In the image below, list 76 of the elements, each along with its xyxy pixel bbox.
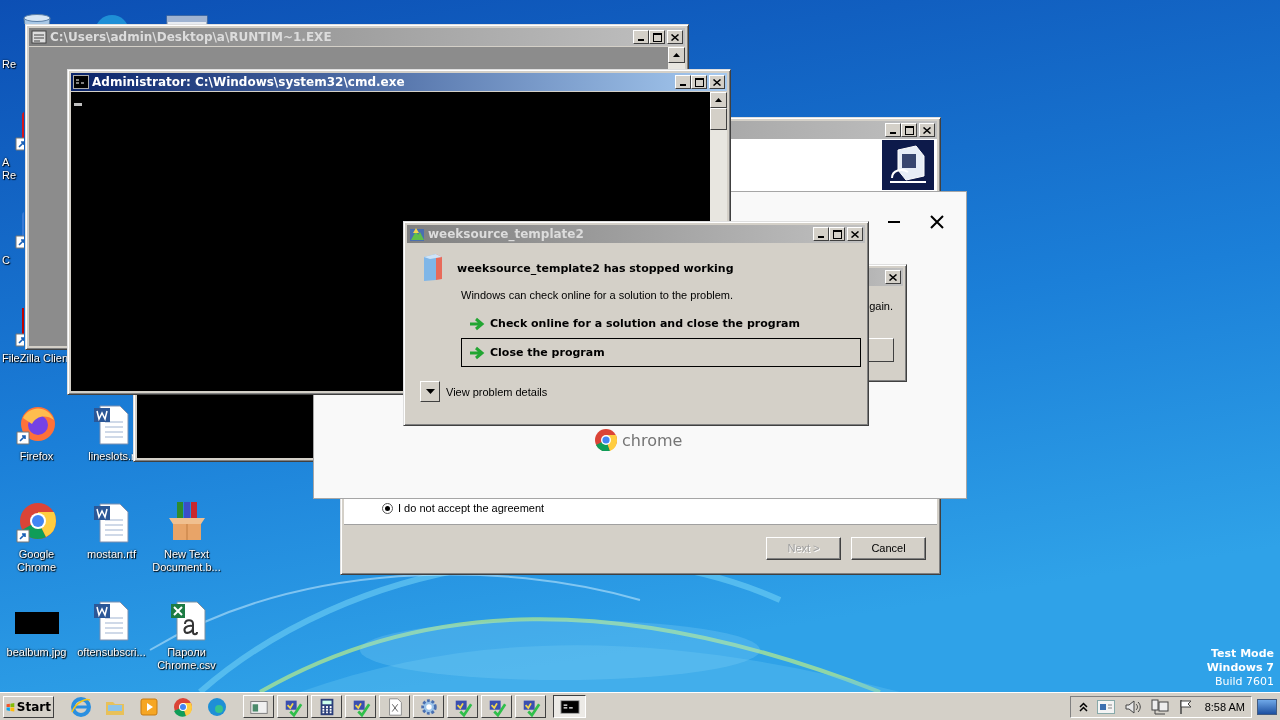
app-icon — [409, 226, 425, 242]
option-button[interactable]: Check online for a solution and close the program — [461, 309, 861, 338]
close-icon — [851, 230, 859, 238]
maximize-icon — [832, 229, 842, 239]
os-notice-text: Windows 7 — [1206, 661, 1274, 675]
icon-label[interactable]: A Re — [2, 156, 17, 182]
window-title: Administrator: C:\Windows\system32\cmd.exe — [92, 75, 406, 89]
chrome-logo-icon — [595, 429, 617, 451]
close-icon — [713, 78, 721, 86]
icon-label[interactable]: New Text Document.b... — [149, 548, 224, 574]
message-text: gain. — [869, 300, 893, 312]
chrome-icon[interactable] — [14, 500, 59, 544]
caret-icon — [425, 389, 435, 394]
chrome-icon[interactable] — [172, 695, 194, 718]
up-arrow-icon — [673, 53, 680, 57]
maximize-button[interactable] — [691, 75, 707, 89]
flag-icon[interactable] — [1178, 698, 1194, 715]
maximize-button[interactable] — [829, 227, 845, 241]
close-icon — [889, 273, 897, 281]
gear-icon — [418, 696, 439, 717]
taskbar-button[interactable] — [553, 695, 586, 718]
expand-button[interactable] — [420, 381, 440, 402]
close-button[interactable] — [667, 30, 683, 44]
icon-label[interactable]: mostan.rtf — [87, 548, 136, 561]
arrow-icon — [469, 345, 485, 360]
window-title: weeksource_template2 — [428, 227, 585, 241]
chevron-icon[interactable] — [1079, 701, 1088, 712]
show-desktop-button[interactable] — [1257, 698, 1277, 715]
close-button[interactable] — [885, 270, 901, 284]
maximize-button[interactable] — [649, 30, 665, 44]
option-button[interactable]: Close the program — [461, 338, 861, 367]
brand-name: chrome — [622, 430, 683, 450]
icon-label[interactable]: Пароли Chrome.csv — [149, 646, 224, 672]
radio-button[interactable] — [382, 502, 393, 514]
minimize-button[interactable] — [675, 75, 691, 89]
error-message: Windows can check online for a solution to the problem. — [461, 289, 735, 301]
clock[interactable]: 8:58 AM — [1204, 700, 1245, 713]
minimize-button[interactable] — [885, 123, 901, 137]
network-icon[interactable] — [1151, 698, 1169, 715]
icon-label[interactable]: Google Chrome — [0, 548, 74, 574]
close-button[interactable] — [919, 123, 935, 137]
close-button[interactable] — [847, 227, 863, 241]
console-icon — [73, 75, 89, 89]
close-icon — [923, 126, 931, 134]
icon-label[interactable]: C — [2, 254, 10, 267]
icon-label[interactable]: lineslots.r — [88, 450, 135, 463]
media-player-icon[interactable] — [138, 695, 160, 718]
scroll-thumb[interactable] — [710, 108, 727, 130]
speaker-icon[interactable] — [1124, 698, 1142, 715]
radio-label[interactable]: I do not accept the agreement — [398, 502, 545, 514]
start-button[interactable]: Start — [3, 695, 54, 718]
icon-label[interactable]: bealbum.jpg — [6, 646, 67, 659]
minimize-button[interactable] — [633, 30, 649, 44]
error-heading: weeksource_template2 has stopped working — [457, 261, 734, 275]
maximize-icon — [904, 125, 914, 135]
program-icon — [31, 29, 47, 45]
cancel-button[interactable]: Cancel — [851, 536, 926, 560]
text-cursor — [74, 103, 82, 106]
icon-label[interactable]: oftensubscri... — [77, 646, 146, 659]
os-notice-text: Build 7601 — [1214, 675, 1274, 689]
details-link[interactable]: View problem details — [446, 385, 548, 398]
minimize-button[interactable] — [813, 227, 829, 241]
window-title: C:\Users\admin\Desktop\a\RUNTIM~1.EXE — [50, 30, 333, 44]
up-arrow-icon — [715, 98, 722, 102]
icon-label[interactable]: Firefox — [19, 450, 54, 463]
maximize-icon — [652, 32, 662, 42]
close-button[interactable] — [709, 75, 725, 89]
os-notice-text: Test Mode — [1211, 647, 1274, 661]
window-icon[interactable] — [1097, 699, 1115, 714]
maximize-button[interactable] — [901, 123, 917, 137]
close-icon — [671, 33, 679, 41]
close-icon[interactable] — [930, 215, 944, 229]
arrow-icon — [469, 316, 485, 331]
icon-label[interactable]: FileZilla Clien — [2, 352, 69, 365]
icon-label[interactable]: Re — [2, 58, 17, 71]
maximize-icon — [694, 77, 704, 87]
